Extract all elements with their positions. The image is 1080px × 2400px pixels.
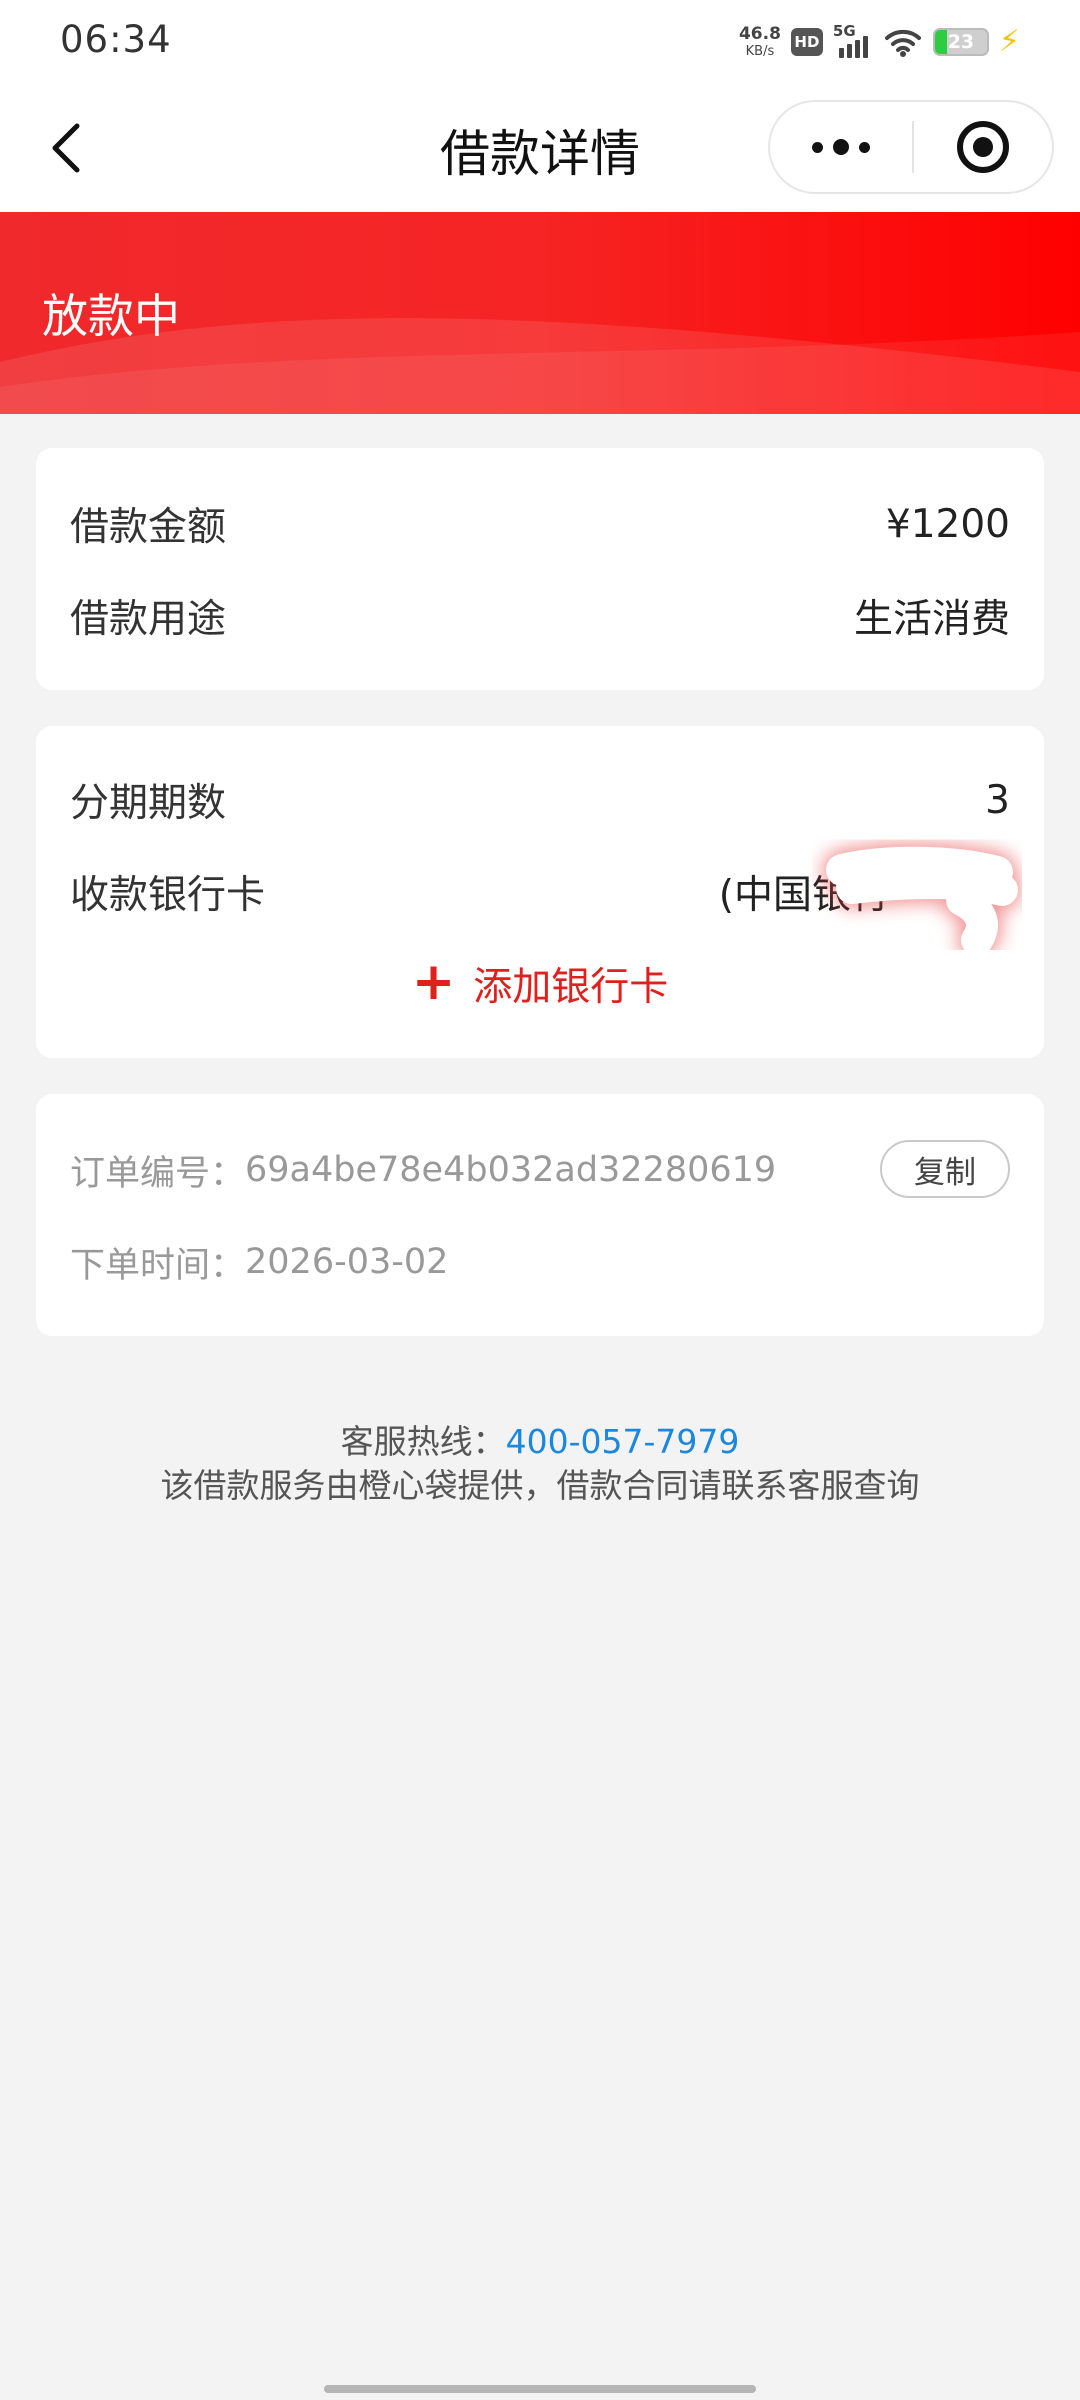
hd-icon: HD — [790, 28, 823, 56]
service-notice: 该借款服务由橙心袋提供，借款合同请联系客服查询 — [160, 1466, 920, 1505]
plus-icon: + — [411, 952, 456, 1012]
installment-periods-value: 3 — [985, 777, 1010, 823]
receiving-bank-row: 收款银行卡 (中国银行 — [70, 842, 1022, 950]
installment-periods-label: 分期期数 — [70, 781, 227, 826]
order-number-label: 订单编号： — [70, 1153, 246, 1194]
battery-icon: 23 — [932, 28, 989, 56]
more-dots-icon — [812, 141, 823, 153]
status-banner: 放款中 — [0, 212, 1080, 414]
target-circle-icon — [957, 121, 1009, 173]
loan-amount-value: ¥1200 — [885, 501, 1010, 547]
status-bar: 06:34 46.8 KB/s HD 5G 23 ⚡ — [0, 0, 1080, 84]
network-speed: 46.8 KB/s — [738, 24, 781, 59]
copy-button[interactable]: 复制 — [880, 1140, 1010, 1198]
loan-purpose-row: 借款用途 生活消费 — [70, 586, 1010, 646]
loan-detail-page: 06:34 46.8 KB/s HD 5G 23 ⚡ 借款详情 放款中 借款金额… — [0, 0, 1080, 2400]
order-time-row: 下单时间： 2026-03-02 — [70, 1234, 448, 1290]
loan-purpose-label: 借款用途 — [70, 597, 227, 642]
order-time-label: 下单时间： — [70, 1245, 246, 1286]
order-number-row: 订单编号： 69a4be78e4b032ad32280619 — [70, 1142, 776, 1198]
order-number-value: 69a4be78e4b032ad32280619 — [245, 1150, 777, 1190]
battery-level: 23 — [947, 31, 975, 53]
close-button[interactable] — [914, 102, 1052, 192]
receiving-bank-label: 收款银行卡 — [70, 873, 266, 918]
installment-periods-row: 分期期数 3 — [70, 770, 1010, 830]
receiving-bank-value: (中国银行 — [719, 842, 1022, 950]
loan-status: 放款中 — [42, 289, 180, 343]
more-dots-icon-right — [859, 141, 870, 153]
order-time-value: 2026-03-02 — [245, 1242, 449, 1282]
network-speed-unit: KB/s — [745, 44, 775, 59]
loan-amount-label: 借款金额 — [70, 505, 227, 550]
status-icons: 46.8 KB/s HD 5G 23 ⚡ — [739, 22, 1020, 62]
service-footer: 客服热线：400-057-7979 该借款服务由橙心袋提供，借款合同请联系客服查… — [0, 1420, 1080, 1508]
signal-icon: 5G — [833, 22, 873, 58]
status-time: 06:34 — [60, 18, 172, 61]
redaction-scribble — [822, 842, 1022, 950]
loan-summary-card: 借款金额 ¥1200 借款用途 生活消费 — [36, 448, 1044, 690]
network-speed-value: 46.8 — [738, 24, 781, 44]
nav-bar: 借款详情 — [0, 84, 1080, 212]
hotline-label: 客服热线： — [340, 1422, 506, 1461]
home-indicator[interactable] — [324, 2385, 756, 2393]
wifi-icon — [884, 29, 921, 57]
more-button[interactable] — [770, 102, 912, 192]
mini-program-capsule — [768, 100, 1054, 194]
repayment-card: 分期期数 3 收款银行卡 (中国银行 + 添加银行卡 — [36, 726, 1044, 1058]
hotline-number-link[interactable]: 400-057-7979 — [506, 1422, 740, 1461]
loan-purpose-value: 生活消费 — [853, 597, 1010, 642]
network-type-label: 5G — [832, 22, 856, 40]
loan-amount-row: 借款金额 ¥1200 — [70, 494, 1010, 554]
hotline-line: 客服热线：400-057-7979 — [0, 1420, 1080, 1464]
add-bank-card-button[interactable]: + 添加银行卡 — [36, 954, 1044, 1014]
add-bank-card-label: 添加银行卡 — [473, 965, 669, 1010]
order-info-card: 订单编号： 69a4be78e4b032ad32280619 复制 下单时间： … — [36, 1094, 1044, 1336]
more-dots-icon-center — [833, 139, 849, 155]
bolt-icon: ⚡ — [998, 24, 1020, 59]
